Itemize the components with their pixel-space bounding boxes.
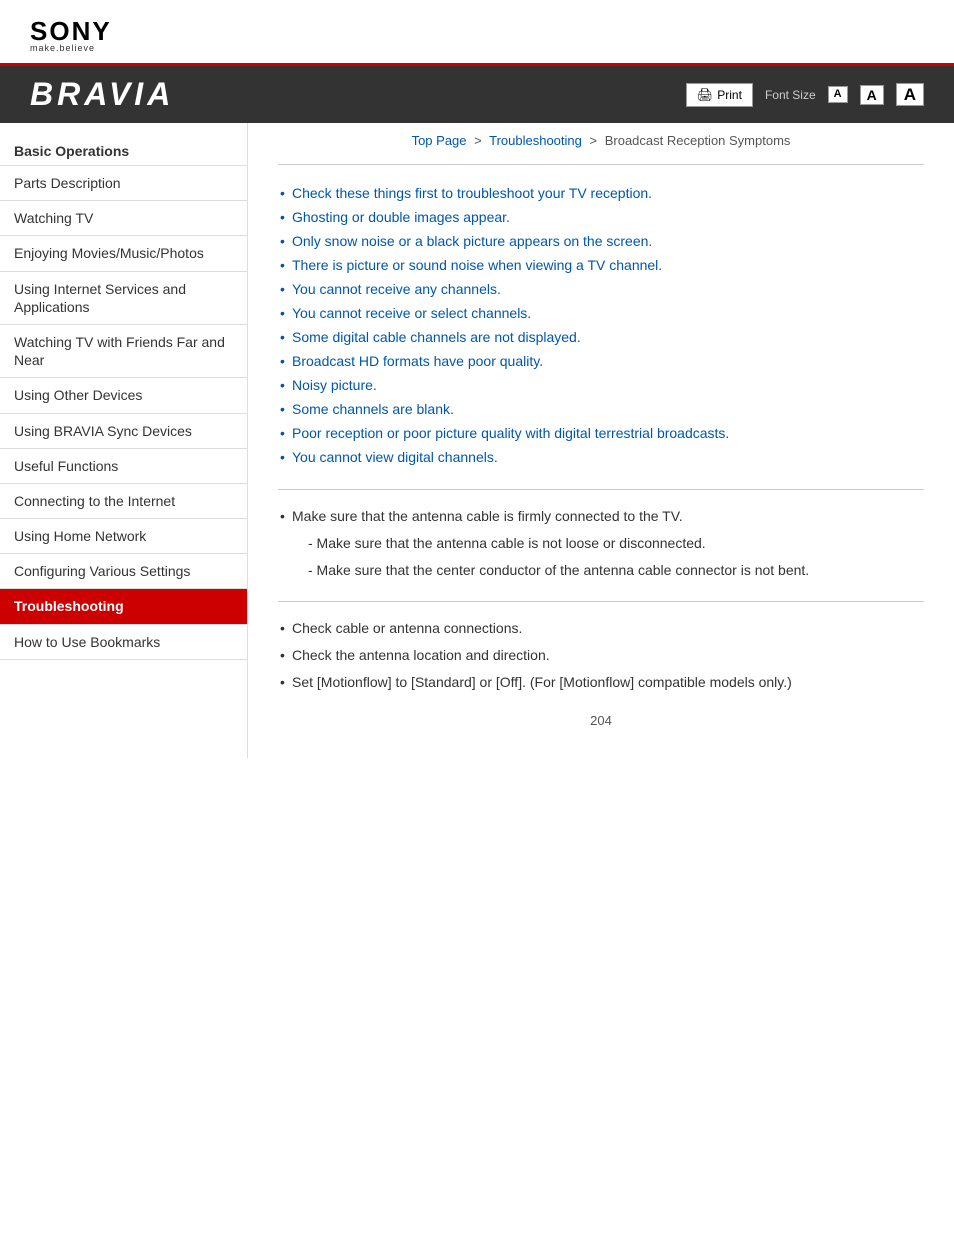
list-item: You cannot receive any channels. xyxy=(278,277,924,301)
sidebar-item-troubleshooting[interactable]: Troubleshooting xyxy=(0,589,247,624)
breadcrumb-current: Broadcast Reception Symptoms xyxy=(605,133,791,148)
list-item: Ghosting or double images appear. xyxy=(278,205,924,229)
link-8[interactable]: Broadcast HD formats have poor quality. xyxy=(292,353,543,369)
breadcrumb: Top Page > Troubleshooting > Broadcast R… xyxy=(278,133,924,148)
link-list: Check these things first to troubleshoot… xyxy=(278,181,924,469)
content-area: Top Page > Troubleshooting > Broadcast R… xyxy=(248,123,954,758)
link-9[interactable]: Noisy picture. xyxy=(292,377,377,393)
link-5[interactable]: You cannot receive any channels. xyxy=(292,281,501,297)
list-item: Only snow noise or a black picture appea… xyxy=(278,229,924,253)
list-item: Check these things first to troubleshoot… xyxy=(278,181,924,205)
link-1[interactable]: Check these things first to troubleshoot… xyxy=(292,185,652,201)
list-item: There is picture or sound noise when vie… xyxy=(278,253,924,277)
breadcrumb-troubleshooting[interactable]: Troubleshooting xyxy=(489,133,582,148)
sidebar-item-bravia-sync[interactable]: Using BRAVIA Sync Devices xyxy=(0,414,247,449)
link-7[interactable]: Some digital cable channels are not disp… xyxy=(292,329,581,345)
divider-3 xyxy=(278,601,924,602)
breadcrumb-sep2: > xyxy=(590,133,598,148)
sony-tagline: make.believe xyxy=(30,44,924,53)
section1-sub2: - Make sure that the center conductor of… xyxy=(278,560,924,581)
font-size-label: Font Size xyxy=(765,88,816,102)
sidebar-item-bookmarks[interactable]: How to Use Bookmarks xyxy=(0,625,247,660)
sidebar-item-parts[interactable]: Parts Description xyxy=(0,166,247,201)
sidebar-item-watching-friends[interactable]: Watching TV with Friends Far and Near xyxy=(0,325,247,378)
list-item: Some digital cable channels are not disp… xyxy=(278,325,924,349)
sony-text: SONY xyxy=(30,18,924,44)
list-item: Broadcast HD formats have poor quality. xyxy=(278,349,924,373)
sidebar-item-enjoying[interactable]: Enjoying Movies/Music/Photos xyxy=(0,236,247,271)
link-3[interactable]: Only snow noise or a black picture appea… xyxy=(292,233,652,249)
link-11[interactable]: Poor reception or poor picture quality w… xyxy=(292,425,729,441)
bravia-bar: BRAVIA Print Font Size A A A xyxy=(0,66,954,123)
section2-item-3: Set [Motionflow] to [Standard] or [Off].… xyxy=(278,672,924,693)
sidebar-item-useful[interactable]: Useful Functions xyxy=(0,449,247,484)
link-10[interactable]: Some channels are blank. xyxy=(292,401,454,417)
sidebar-item-connecting[interactable]: Connecting to the Internet xyxy=(0,484,247,519)
breadcrumb-sep1: > xyxy=(474,133,482,148)
section2-item-2: Check the antenna location and direction… xyxy=(278,645,924,666)
sidebar-item-internet-services[interactable]: Using Internet Services and Applications xyxy=(0,272,247,325)
list-item: You cannot view digital channels. xyxy=(278,445,924,469)
font-medium-button[interactable]: A xyxy=(860,85,884,105)
sony-logo: SONY make.believe xyxy=(30,18,924,53)
toolbar-right: Print Font Size A A A xyxy=(686,83,924,107)
divider-2 xyxy=(278,489,924,490)
sidebar-item-home-network[interactable]: Using Home Network xyxy=(0,519,247,554)
print-label: Print xyxy=(717,88,742,102)
list-item: You cannot receive or select channels. xyxy=(278,301,924,325)
sidebar-item-other-devices[interactable]: Using Other Devices xyxy=(0,378,247,413)
list-item: Noisy picture. xyxy=(278,373,924,397)
link-2[interactable]: Ghosting or double images appear. xyxy=(292,209,510,225)
link-4[interactable]: There is picture or sound noise when vie… xyxy=(292,257,662,273)
sidebar-section-header: Basic Operations xyxy=(0,133,247,166)
section2-item-1: Check cable or antenna connections. xyxy=(278,618,924,639)
sidebar: Basic Operations Parts Description Watch… xyxy=(0,123,248,758)
sidebar-item-watching[interactable]: Watching TV xyxy=(0,201,247,236)
list-item: Some channels are blank. xyxy=(278,397,924,421)
divider-1 xyxy=(278,164,924,165)
list-item: Poor reception or poor picture quality w… xyxy=(278,421,924,445)
section1-bullet: Make sure that the antenna cable is firm… xyxy=(278,506,924,527)
font-small-button[interactable]: A xyxy=(828,86,848,103)
section1-sub1: - Make sure that the antenna cable is no… xyxy=(278,533,924,554)
print-button[interactable]: Print xyxy=(686,83,753,107)
bravia-title: BRAVIA xyxy=(30,76,174,113)
page-number: 204 xyxy=(278,713,924,728)
content-section-2: Check cable or antenna connections. Chec… xyxy=(278,618,924,693)
sidebar-item-configuring[interactable]: Configuring Various Settings xyxy=(0,554,247,589)
top-bar: SONY make.believe xyxy=(0,0,954,66)
link-6[interactable]: You cannot receive or select channels. xyxy=(292,305,531,321)
link-12[interactable]: You cannot view digital channels. xyxy=(292,449,498,465)
breadcrumb-top[interactable]: Top Page xyxy=(412,133,467,148)
print-icon xyxy=(697,87,714,103)
font-large-button[interactable]: A xyxy=(896,83,924,106)
main-container: Basic Operations Parts Description Watch… xyxy=(0,123,954,758)
content-section-1: Make sure that the antenna cable is firm… xyxy=(278,506,924,581)
